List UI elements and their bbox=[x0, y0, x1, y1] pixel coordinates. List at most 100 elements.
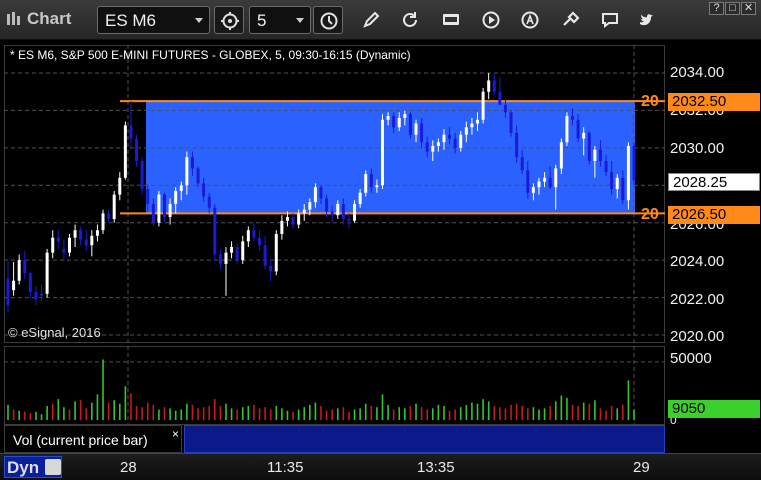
volume-tick: 50000 bbox=[670, 350, 712, 367]
dynamic-mode-button[interactable]: Dyn bbox=[4, 456, 62, 478]
candle-body bbox=[492, 80, 496, 92]
candle-body bbox=[207, 196, 211, 208]
candle-body bbox=[610, 172, 614, 190]
twitter-icon bbox=[640, 14, 653, 26]
candle-body bbox=[358, 192, 362, 204]
candle-body bbox=[123, 125, 127, 178]
candle-body bbox=[79, 230, 83, 240]
chevron-down-icon[interactable] bbox=[296, 18, 304, 23]
draw-button[interactable] bbox=[356, 6, 386, 34]
candle-body bbox=[470, 123, 474, 128]
candle-body bbox=[140, 160, 144, 190]
price-tick: 2020.00 bbox=[670, 328, 725, 345]
candle-body bbox=[101, 213, 105, 231]
toolbar: Chart ES M6 5 ? □ ✕ bbox=[0, 0, 761, 40]
dynamic-mode-label: Dyn bbox=[7, 458, 40, 477]
candle-body bbox=[17, 260, 21, 281]
candle-body bbox=[95, 230, 99, 236]
price-tick: 2024.00 bbox=[670, 253, 725, 270]
candle-body bbox=[112, 194, 116, 219]
candle-body bbox=[526, 170, 530, 193]
candle-body bbox=[436, 142, 440, 146]
lock-icon[interactable] bbox=[45, 459, 61, 475]
candle-body bbox=[146, 189, 150, 204]
interval-combo[interactable]: 5 bbox=[249, 6, 311, 34]
candle-body bbox=[604, 160, 608, 173]
time-button[interactable] bbox=[313, 6, 343, 34]
close-button[interactable]: ✕ bbox=[741, 2, 756, 15]
help-button[interactable]: ? bbox=[709, 2, 724, 15]
candle-body bbox=[319, 187, 323, 199]
candle-body bbox=[543, 177, 547, 182]
link-button[interactable] bbox=[214, 6, 244, 34]
candle-body bbox=[325, 198, 329, 212]
candle-body bbox=[347, 218, 351, 221]
get-data-button[interactable] bbox=[436, 6, 466, 34]
candle-body bbox=[330, 211, 334, 216]
candle-body bbox=[291, 217, 295, 225]
link-icon bbox=[221, 12, 239, 30]
range-bottom-tag: 2026.50 bbox=[668, 206, 760, 224]
refresh-button[interactable] bbox=[395, 6, 425, 34]
get-icon bbox=[443, 14, 459, 25]
candle-body bbox=[632, 145, 636, 181]
candle-body bbox=[509, 112, 513, 133]
tools-button[interactable] bbox=[556, 6, 586, 34]
time-axis[interactable]: Dyn 28 11:35 13:35 29 bbox=[0, 453, 761, 480]
alert-button[interactable] bbox=[515, 6, 545, 34]
candle-body bbox=[598, 149, 602, 161]
tools-icon bbox=[563, 11, 580, 26]
candle-body bbox=[408, 114, 412, 135]
candle-body bbox=[118, 177, 122, 195]
candle-body bbox=[51, 237, 55, 253]
maximize-button[interactable]: □ bbox=[725, 2, 740, 15]
candle-body bbox=[302, 209, 306, 214]
candle-body bbox=[34, 291, 38, 300]
candle-body bbox=[179, 185, 183, 191]
candle-body bbox=[375, 185, 379, 188]
play-button[interactable] bbox=[476, 6, 506, 34]
candle-body bbox=[23, 260, 27, 274]
copyright: © eSignal, 2016 bbox=[8, 325, 101, 340]
volume-chart[interactable] bbox=[4, 346, 665, 425]
candle-body bbox=[28, 273, 32, 292]
candle-body bbox=[246, 230, 250, 242]
close-study-button[interactable]: × bbox=[172, 427, 179, 441]
candle-body bbox=[425, 142, 429, 152]
candle-body bbox=[369, 174, 373, 188]
chat-icon bbox=[602, 13, 618, 28]
candle-body bbox=[621, 177, 625, 201]
candle-body bbox=[213, 207, 217, 255]
chat-button[interactable] bbox=[595, 6, 625, 34]
price-chart[interactable] bbox=[4, 45, 665, 343]
candle-body bbox=[520, 157, 524, 171]
chart-window-icon bbox=[6, 11, 22, 27]
candle-body bbox=[341, 204, 345, 219]
candle-body bbox=[235, 247, 239, 261]
candle-body bbox=[626, 145, 630, 201]
candle-body bbox=[587, 132, 591, 161]
twitter-button[interactable] bbox=[632, 6, 662, 34]
candle-body bbox=[392, 116, 396, 128]
candle-body bbox=[459, 134, 463, 148]
candle-body bbox=[453, 138, 457, 148]
time-label: 28 bbox=[120, 459, 137, 476]
candle-body bbox=[442, 134, 446, 143]
candle-body bbox=[481, 91, 485, 120]
candle-body bbox=[403, 114, 407, 118]
candle-body bbox=[45, 252, 49, 294]
study-bar-fill bbox=[184, 425, 665, 453]
candle-body bbox=[515, 132, 519, 158]
candle-body bbox=[487, 80, 491, 92]
candle-body bbox=[464, 127, 468, 135]
candle-body bbox=[537, 181, 541, 188]
play-icon bbox=[482, 11, 500, 29]
volume-study-label[interactable]: Vol (current price bar) × bbox=[4, 425, 182, 453]
alert-icon bbox=[521, 11, 539, 29]
candle-body bbox=[218, 254, 222, 264]
chevron-down-icon[interactable] bbox=[195, 18, 203, 23]
price-tick: 2034.00 bbox=[670, 64, 725, 81]
range-top-label: 20 bbox=[641, 93, 659, 110]
symbol-combo[interactable]: ES M6 bbox=[97, 6, 210, 34]
candle-body bbox=[313, 187, 317, 203]
